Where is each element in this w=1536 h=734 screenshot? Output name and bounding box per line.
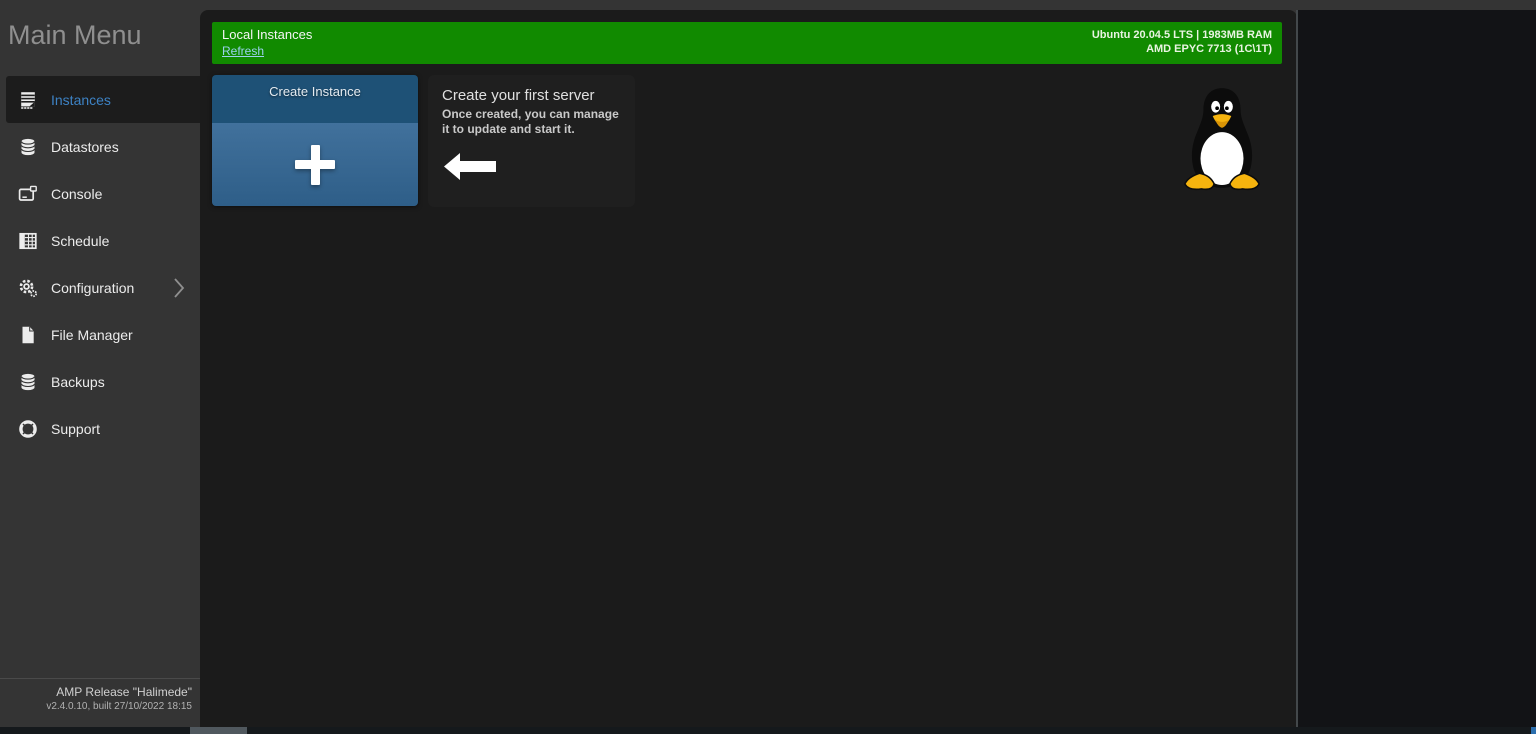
sidebar-item-console[interactable]: Console	[6, 170, 200, 217]
plus-icon	[295, 144, 335, 185]
create-instance-title: Create Instance	[212, 75, 418, 123]
sidebar-item-datastores[interactable]: Datastores	[6, 123, 200, 170]
schedule-icon	[19, 232, 37, 249]
hint-title: Create your first server	[442, 87, 595, 104]
sidebar-nav: Instances Datastores Console Schedule Co…	[0, 76, 200, 452]
chevron-right-icon	[174, 277, 185, 298]
app-window: Main Menu Instances Datastores Console S…	[0, 0, 1536, 734]
local-instances-header: Local Instances Refresh Ubuntu 20.04.5 L…	[212, 22, 1282, 64]
system-info-line2: AMD EPYC 7713 (1C\1T)	[1146, 43, 1272, 55]
sidebar-item-label: Support	[51, 420, 101, 437]
sidebar-item-label: Backups	[51, 373, 105, 390]
console-icon	[18, 185, 37, 201]
datastores-icon	[20, 138, 36, 155]
sidebar-footer: AMP Release "Halimede" v2.4.0.10, built …	[0, 678, 200, 720]
create-instance-body[interactable]	[212, 123, 418, 206]
top-strip	[0, 0, 1536, 10]
sidebar-item-instances[interactable]: Instances	[6, 76, 200, 123]
sidebar-item-label: Datastores	[51, 138, 119, 155]
sidebar-item-backups[interactable]: Backups	[6, 358, 200, 405]
file-manager-icon	[22, 326, 34, 343]
sidebar-item-configuration[interactable]: Configuration	[6, 264, 200, 311]
hint-body: Once created, you can manage it to updat…	[442, 107, 619, 136]
sidebar-item-label: Schedule	[51, 232, 110, 249]
create-instance-card[interactable]: Create Instance	[212, 75, 418, 206]
configuration-icon	[19, 279, 38, 297]
horizontal-scrollbar-thumb[interactable]	[190, 727, 247, 734]
sidebar-item-support[interactable]: Support	[6, 405, 200, 452]
right-gutter	[1298, 10, 1536, 728]
sidebar-item-label: Instances	[51, 91, 111, 108]
main-panel: Local Instances Refresh Ubuntu 20.04.5 L…	[200, 10, 1297, 728]
system-info: Ubuntu 20.04.5 LTS | 1983MB RAM AMD EPYC…	[1092, 28, 1272, 56]
sidebar-item-label: Configuration	[51, 279, 135, 296]
sidebar-item-label: Console	[51, 185, 103, 202]
instances-icon	[21, 91, 35, 109]
sidebar-item-label: File Manager	[51, 326, 133, 343]
scrollbar-corner	[1531, 727, 1536, 734]
backups-icon	[20, 373, 36, 390]
first-server-hint-card: Create your first server Once created, y…	[428, 75, 635, 207]
refresh-link[interactable]: Refresh	[222, 44, 264, 58]
amp-release-name: AMP Release "Halimede"	[56, 685, 192, 699]
tux-penguin-image	[1183, 88, 1261, 191]
support-icon	[19, 419, 37, 438]
system-info-line1: Ubuntu 20.04.5 LTS | 1983MB RAM	[1091, 29, 1272, 41]
amp-release-version: v2.4.0.10, built 27/10/2022 18:15	[46, 701, 192, 712]
sidebar: Main Menu Instances Datastores Console S…	[0, 0, 200, 727]
main-menu-title: Main Menu	[8, 20, 142, 50]
sidebar-item-schedule[interactable]: Schedule	[6, 217, 200, 264]
horizontal-scrollbar[interactable]	[0, 727, 1536, 734]
arrow-left-icon	[444, 153, 496, 180]
sidebar-item-file-manager[interactable]: File Manager	[6, 311, 200, 358]
